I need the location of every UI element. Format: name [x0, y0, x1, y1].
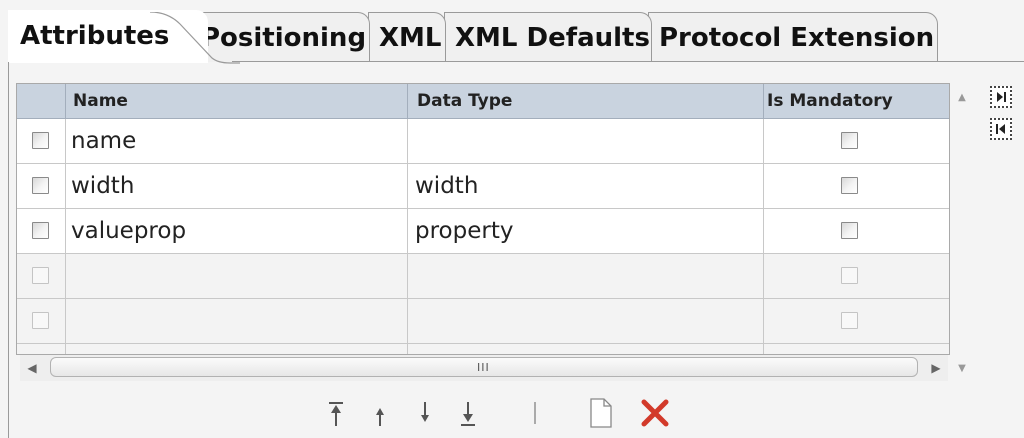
cell-divider [65, 164, 66, 208]
collapse-panel-icon[interactable] [990, 118, 1012, 140]
scroll-up-arrow[interactable]: ▲ [954, 90, 970, 106]
cell-divider [763, 164, 764, 208]
scrollbar-grip: III [477, 361, 490, 374]
row-select-checkbox[interactable] [32, 222, 49, 239]
active-tab-curve [150, 12, 240, 64]
table-row-empty[interactable] [17, 299, 949, 344]
cell-divider [407, 164, 408, 208]
scroll-left-arrow[interactable]: ◀ [20, 355, 44, 381]
scrollbar-thumb[interactable]: III [50, 357, 918, 377]
cell-name[interactable]: width [71, 164, 134, 208]
delete-x-icon[interactable] [640, 396, 670, 430]
cell-divider [407, 344, 408, 354]
table-row[interactable]: name [17, 119, 949, 164]
row-select-checkbox[interactable] [32, 312, 49, 329]
row-select-checkbox[interactable] [32, 267, 49, 284]
move-up-icon[interactable] [367, 396, 393, 430]
scroll-right-arrow[interactable]: ▶ [924, 355, 948, 381]
table-row[interactable]: valueprop property [17, 209, 949, 254]
header-divider [407, 84, 408, 118]
tab-xml-defaults[interactable]: XML Defaults [444, 12, 652, 62]
mandatory-checkbox[interactable] [841, 222, 858, 239]
table-header: Name Data Type Is Mandatory [17, 84, 949, 119]
row-select-checkbox[interactable] [32, 177, 49, 194]
cell-name[interactable]: valueprop [71, 209, 186, 253]
mandatory-checkbox[interactable] [841, 177, 858, 194]
cell-divider [65, 119, 66, 163]
tab-protocol-extension[interactable]: Protocol Extension [648, 12, 938, 62]
cell-divider [763, 209, 764, 253]
row-select-checkbox[interactable] [32, 132, 49, 149]
horizontal-scrollbar[interactable]: ◀ III ▶ [20, 355, 948, 381]
move-to-bottom-icon[interactable] [455, 396, 481, 430]
move-to-top-icon[interactable] [323, 396, 349, 430]
cell-data-type[interactable]: property [415, 209, 513, 253]
panel-border [8, 62, 9, 438]
table-row[interactable]: width width [17, 164, 949, 209]
cell-divider [407, 209, 408, 253]
cell-divider [763, 299, 764, 343]
cell-divider [65, 344, 66, 354]
tab-xml[interactable]: XML [368, 12, 446, 62]
cell-divider [407, 299, 408, 343]
table-row-partial [17, 344, 949, 354]
toolbar-separator [534, 402, 536, 424]
column-header-data-type[interactable]: Data Type [417, 84, 512, 118]
table-row-empty[interactable] [17, 254, 949, 299]
move-down-icon[interactable] [412, 396, 438, 430]
cell-divider [65, 209, 66, 253]
cell-divider [65, 254, 66, 298]
header-divider [763, 84, 764, 118]
tab-filler [936, 12, 1024, 62]
mandatory-checkbox[interactable] [841, 312, 858, 329]
cell-divider [763, 344, 764, 354]
column-header-is-mandatory[interactable]: Is Mandatory [767, 84, 893, 118]
header-divider [65, 84, 66, 118]
cell-divider [407, 119, 408, 163]
new-document-icon[interactable] [588, 396, 614, 430]
cell-divider [763, 119, 764, 163]
cell-divider [763, 254, 764, 298]
scroll-down-arrow[interactable]: ▼ [954, 361, 970, 377]
column-header-name[interactable]: Name [73, 84, 128, 118]
cell-name[interactable]: name [71, 119, 136, 163]
mandatory-checkbox[interactable] [841, 132, 858, 149]
cell-divider [65, 299, 66, 343]
tab-underline [232, 61, 1024, 62]
attributes-table[interactable]: Name Data Type Is Mandatory name width w… [16, 83, 950, 355]
mandatory-checkbox[interactable] [841, 267, 858, 284]
cell-divider [407, 254, 408, 298]
expand-panel-icon[interactable] [990, 86, 1012, 108]
tab-bar: Protocol Extension XML Defaults XML Posi… [0, 0, 1024, 64]
cell-data-type[interactable]: width [415, 164, 478, 208]
